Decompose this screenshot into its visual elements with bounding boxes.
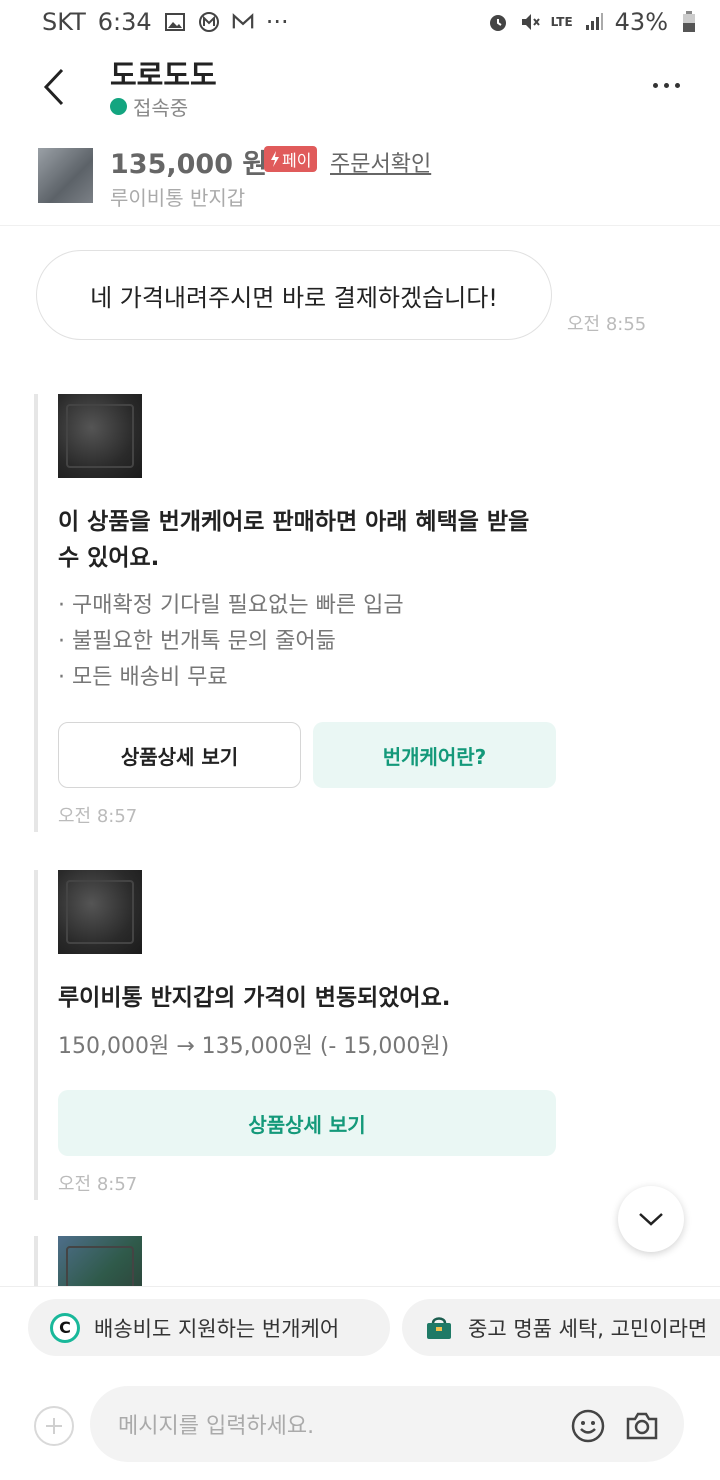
product-summary-bar[interactable]: 135,000 원 페이 주문서확인 루이비통 반지갑 bbox=[0, 130, 720, 226]
battery-icon bbox=[678, 11, 700, 33]
price-change-card: 루이비통 반지갑의 가격이 변동되었어요. 150,000원 → 135,000… bbox=[34, 870, 594, 1200]
list-item: · 모든 배송비 무료 bbox=[58, 665, 228, 690]
pay-badge: 페이 bbox=[264, 146, 318, 172]
lightning-icon bbox=[271, 151, 279, 167]
list-item: · 구매확정 기다릴 필요없는 빠른 입금 bbox=[58, 593, 404, 618]
camera-icon bbox=[626, 1412, 658, 1440]
product-price: 135,000 원 bbox=[110, 149, 268, 180]
benefit-list: · 구매확정 기다릴 필요없는 빠른 입금 · 불필요한 번개톡 문의 줄어듦 … bbox=[58, 588, 594, 696]
suggestion-chips[interactable]: C 배송비도 지원하는 번개케어 중고 명품 세탁, 고민이라면 bbox=[0, 1286, 720, 1366]
product-image[interactable] bbox=[58, 870, 142, 954]
product-image[interactable] bbox=[58, 1236, 142, 1286]
product-detail-button[interactable]: 상품상세 보기 bbox=[58, 1090, 556, 1156]
presence-label: 접속중 bbox=[133, 96, 189, 120]
dot-icon bbox=[663, 82, 669, 88]
chip-label: 중고 명품 세탁, 고민이라면 bbox=[468, 1316, 708, 1341]
scroll-to-bottom-button[interactable] bbox=[618, 1186, 684, 1252]
chevron-left-icon bbox=[43, 68, 64, 106]
product-name: 루이비통 반지갑 bbox=[110, 186, 246, 210]
message-bubble: 네 가격내려주시면 바로 결제하겠습니다! bbox=[36, 250, 552, 340]
mail-icon bbox=[232, 11, 254, 33]
dot-icon bbox=[674, 82, 680, 88]
partial-card bbox=[34, 1236, 594, 1286]
online-dot-icon bbox=[110, 98, 127, 115]
attach-button[interactable] bbox=[34, 1406, 74, 1446]
clock: 6:34 bbox=[97, 8, 152, 36]
dot-icon bbox=[652, 82, 658, 88]
handbag-icon bbox=[427, 1316, 451, 1339]
product-detail-button[interactable]: 상품상세 보기 bbox=[58, 722, 301, 788]
product-image[interactable] bbox=[58, 394, 142, 478]
battery-label: 43% bbox=[614, 8, 668, 36]
message-time: 오전 8:57 bbox=[58, 1174, 138, 1195]
card-title: 이 상품을 번개케어로 판매하면 아래 혜택을 받을 수 있어요. bbox=[58, 509, 530, 571]
product-thumbnail[interactable] bbox=[38, 148, 93, 203]
chip-care-shipping[interactable]: C 배송비도 지원하는 번개케어 bbox=[28, 1299, 390, 1356]
network-label: LTE bbox=[550, 15, 573, 29]
price-change-text: 150,000원 → 135,000원 (- 15,000원) bbox=[58, 1034, 450, 1059]
chat-messages[interactable]: 네 가격내려주시면 바로 결제하겠습니다! 오전 8:55 이 상품을 번개케어… bbox=[0, 226, 720, 1286]
smiley-icon bbox=[571, 1409, 605, 1443]
order-confirm-link[interactable]: 주문서확인 bbox=[330, 146, 431, 178]
message-input-bar: 메시지를 입력하세요. bbox=[0, 1366, 720, 1480]
more-notifications-icon: ··· bbox=[265, 8, 289, 36]
status-bar: SKT 6:34 ··· LTE 43% bbox=[0, 0, 720, 44]
chat-partner-name: 도로도도 bbox=[110, 58, 217, 92]
list-item: · 불필요한 번개톡 문의 줄어듦 bbox=[58, 629, 336, 654]
presence-status: 접속중 bbox=[110, 92, 188, 121]
message-time: 오전 8:55 bbox=[567, 314, 647, 335]
mute-icon bbox=[519, 11, 541, 33]
care-info-card: 이 상품을 번개케어로 판매하면 아래 혜택을 받을 수 있어요. · 구매확정… bbox=[34, 394, 594, 832]
care-logo-icon: C bbox=[50, 1312, 80, 1343]
more-options-button[interactable] bbox=[646, 70, 686, 100]
message-time: 오전 8:57 bbox=[58, 806, 138, 827]
plus-icon bbox=[46, 1418, 62, 1434]
m-circle-icon bbox=[198, 11, 220, 33]
chat-header: 도로도도 접속중 bbox=[0, 44, 720, 130]
card-title: 루이비통 반지갑의 가격이 변동되었어요. bbox=[58, 985, 451, 1011]
gallery-icon bbox=[164, 11, 186, 33]
camera-button[interactable] bbox=[624, 1408, 660, 1444]
alarm-icon bbox=[487, 11, 509, 33]
emoji-button[interactable] bbox=[570, 1408, 606, 1444]
chip-label: 배송비도 지원하는 번개케어 bbox=[94, 1316, 340, 1341]
message-input-placeholder: 메시지를 입력하세요. bbox=[118, 1414, 315, 1439]
what-is-care-button[interactable]: 번개케어란? bbox=[313, 722, 556, 788]
chip-luxury-cleaning[interactable]: 중고 명품 세탁, 고민이라면 bbox=[402, 1299, 720, 1356]
chevron-down-icon bbox=[639, 1213, 663, 1226]
signal-icon bbox=[583, 11, 605, 33]
carrier-label: SKT bbox=[42, 8, 86, 36]
back-button[interactable] bbox=[32, 62, 76, 112]
pay-badge-label: 페이 bbox=[282, 151, 312, 170]
